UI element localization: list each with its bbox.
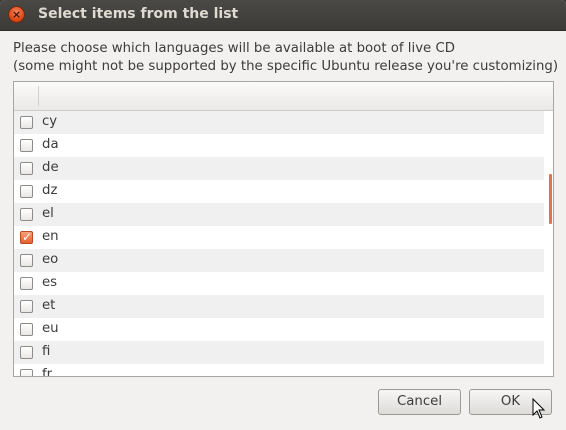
language-list[interactable]: cy da de dz el ✓ en eo es et eu fi fr [13,81,554,377]
checkbox[interactable] [20,346,33,359]
column-separator [38,86,39,106]
checkbox[interactable] [20,162,33,175]
checkbox[interactable] [20,139,33,152]
list-item[interactable]: de [14,157,544,180]
checkbox[interactable] [20,323,33,336]
instruction-message: Please choose which languages will be av… [13,40,561,76]
list-item-label: en [42,229,59,244]
list-item-label: da [42,137,59,152]
list-item-label: es [42,275,58,290]
list-item-label: et [42,298,56,313]
list-item[interactable]: dz [14,180,544,203]
window-title: Select items from the list [38,6,239,22]
check-mark-icon: ✓ [22,230,33,244]
list-item-label: eo [42,252,59,267]
checkbox[interactable] [20,116,33,129]
list-item-label: eu [42,321,59,336]
checkbox[interactable] [20,208,33,221]
list-item[interactable]: ✓ en [14,226,544,249]
mouse-pointer-icon [532,398,546,419]
scrollbar-thumb[interactable] [549,174,552,224]
title-bar: × Select items from the list [0,0,566,31]
checkbox[interactable] [20,369,33,376]
list-item-label: dz [42,183,58,198]
close-icon[interactable]: × [8,6,25,23]
message-line-1: Please choose which languages will be av… [13,41,455,56]
list-item-label: cy [42,114,58,129]
list-item[interactable]: da [14,134,544,157]
dialog-window: × Select items from the list Please choo… [0,0,566,430]
list-item-label: el [42,206,54,221]
list-item[interactable]: el [14,203,544,226]
list-rows: cy da de dz el ✓ en eo es et eu fi fr [14,111,544,377]
checkbox[interactable] [20,300,33,313]
checkbox[interactable] [20,277,33,290]
message-line-2: (some might not be supported by the spec… [13,59,559,74]
list-header [14,82,553,111]
list-item[interactable]: eu [14,318,544,341]
list-item[interactable]: fr [14,364,544,377]
list-item-label: de [42,160,59,175]
list-item[interactable]: eo [14,249,544,272]
dialog-content: Please choose which languages will be av… [0,31,566,430]
list-item-label: fi [42,344,51,359]
list-item[interactable]: fi [14,341,544,364]
cancel-button[interactable]: Cancel [378,389,461,415]
checkbox[interactable] [20,254,33,267]
list-item-label: fr [42,367,53,377]
list-item[interactable]: es [14,272,544,295]
list-item[interactable]: et [14,295,544,318]
checkbox[interactable]: ✓ [20,230,33,244]
checkbox[interactable] [20,185,33,198]
list-item[interactable]: cy [14,111,544,134]
